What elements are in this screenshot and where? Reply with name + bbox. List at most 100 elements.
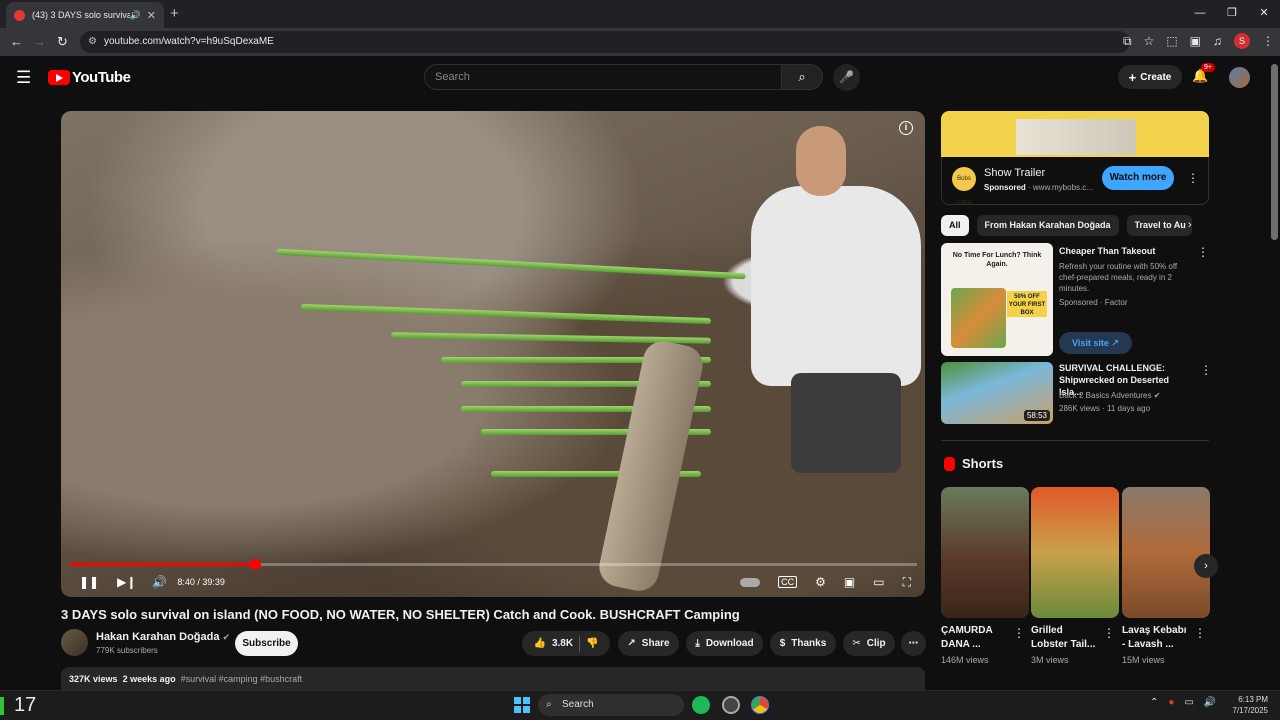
extensions-icon[interactable]: ⬚ — [1166, 34, 1177, 48]
thanks-button[interactable]: $ Thanks — [770, 631, 836, 656]
sponsored-label: Sponsored — [984, 183, 1026, 192]
volume-tray-icon[interactable]: 🔊 — [1204, 697, 1216, 708]
rec-menu-icon[interactable]: ⋮ — [1200, 363, 1212, 377]
thanks-icon: $ — [779, 638, 786, 649]
short-menu-icon[interactable]: ⋮ — [1013, 626, 1025, 640]
weather-widget[interactable]: 17 — [14, 694, 36, 717]
miniplayer-icon[interactable]: ▣ — [844, 575, 855, 589]
pause-icon[interactable]: ❚❚ — [79, 575, 99, 589]
account-avatar[interactable] — [1229, 67, 1250, 88]
clip-button[interactable]: ✂ Clip — [843, 631, 895, 656]
short-title[interactable]: Lavaş Kebabı - Lavash ... — [1122, 624, 1192, 652]
rec-thumbnail[interactable]: No Time For Lunch? Think Again. 50% OFF … — [941, 243, 1053, 356]
download-button[interactable]: ⤓ Download — [686, 631, 763, 656]
autoplay-toggle[interactable] — [740, 577, 761, 587]
create-button[interactable]: + Create — [1118, 65, 1182, 89]
short-menu-icon[interactable]: ⋮ — [1194, 626, 1206, 640]
captions-icon[interactable]: CC — [778, 576, 798, 588]
short-title[interactable]: Grilled Lobster Tail... — [1031, 624, 1101, 652]
browser-tab[interactable]: (43) 3 DAYS solo survival on 🔊 ✕ — [6, 2, 164, 28]
chrome-icon[interactable] — [751, 696, 769, 714]
theater-mode-icon[interactable]: ▭ — [873, 575, 884, 589]
youtube-logo[interactable]: YouTube — [48, 69, 131, 86]
video-player[interactable]: i ❚❚ ▶❙ 🔊 8:40 / 39:39 CC ⚙ ▣ ▭ ⛶ — [61, 111, 925, 597]
volume-icon[interactable]: 🔊 — [152, 575, 167, 589]
tray-chevron-icon[interactable]: ⌃ — [1150, 697, 1158, 708]
ad-title[interactable]: Show Trailer — [984, 167, 1045, 179]
reload-icon[interactable]: ↻ — [57, 34, 68, 50]
description-box[interactable]: 327K views 2 weeks ago #survival #campin… — [61, 667, 925, 691]
menu-dots-icon[interactable]: ⋮ — [1262, 34, 1274, 48]
share-icon: ↗ — [627, 638, 636, 649]
forward-icon[interactable]: → — [33, 34, 46, 49]
page-scrollbar[interactable] — [1271, 64, 1278, 240]
short-thumbnail[interactable] — [1031, 487, 1119, 618]
chip-travel[interactable]: Travel to Au — [1126, 215, 1192, 236]
microphone-tray-icon[interactable]: ● — [1168, 697, 1174, 708]
network-icon[interactable]: ▭ — [1184, 697, 1193, 708]
rec-title[interactable]: Cheaper Than Takeout — [1059, 245, 1189, 257]
thumb-badge: 50% OFF YOUR FIRST BOX — [1007, 291, 1047, 317]
search-button[interactable]: ⌕ — [781, 64, 823, 90]
rec-menu-icon[interactable]: ⋮ — [1197, 245, 1209, 259]
restore-icon[interactable]: ❐ — [1216, 0, 1248, 28]
clock-time: 6:13 PM — [1238, 695, 1268, 704]
voice-search-button[interactable]: 🎤 — [833, 64, 860, 91]
like-count: 3.8K — [551, 638, 574, 649]
notifications-bell-icon[interactable]: 🔔 9+ — [1192, 63, 1215, 84]
progress-bar[interactable] — [69, 559, 917, 570]
scrubber-handle[interactable] — [249, 559, 261, 570]
start-button-icon[interactable] — [514, 697, 530, 713]
short-thumbnail[interactable] — [1122, 487, 1210, 618]
address-bar[interactable]: ⚙ youtube.com/watch?v=h9uSqDexaME — [80, 31, 1130, 53]
search-input[interactable]: Search — [424, 64, 782, 90]
back-icon[interactable]: ← — [10, 34, 23, 49]
taskbar-clock[interactable]: 6:13 PM 7/17/2025 — [1220, 694, 1268, 716]
spotify-icon[interactable] — [692, 696, 710, 714]
chip-all[interactable]: All — [941, 215, 969, 236]
profile-icon[interactable]: S — [1234, 33, 1250, 49]
windows-taskbar: 17 ⌕ Search ⌃ ● ▭ 🔊 6:13 PM 7/17/2025 — [0, 690, 1280, 720]
hashtags[interactable]: #survival #camping #bushcraft — [181, 674, 303, 684]
settings-gear-icon[interactable]: ⚙ — [815, 575, 826, 589]
chip-channel[interactable]: From Hakan Karahan Doğada — [976, 215, 1119, 236]
rec-channel[interactable]: Back 2 Basics Adventures ✔ — [1059, 390, 1160, 401]
split-view-icon[interactable]: ▣ — [1190, 34, 1201, 48]
rec-thumbnail[interactable]: 58:53 — [941, 362, 1053, 424]
subscribe-button[interactable]: Subscribe — [235, 631, 298, 656]
chips-next-icon[interactable]: › — [1188, 219, 1192, 231]
next-icon[interactable]: ▶❙ — [117, 575, 136, 589]
fullscreen-icon[interactable]: ⛶ — [903, 575, 911, 590]
time-display: 8:40 / 39:39 — [177, 577, 225, 587]
close-window-icon[interactable]: ✕ — [1248, 0, 1280, 28]
shorts-next-button[interactable]: › — [1194, 554, 1218, 578]
bookmark-star-icon[interactable]: ☆ — [1144, 34, 1155, 48]
app-icon[interactable] — [722, 696, 740, 714]
channel-avatar[interactable] — [61, 629, 88, 656]
short-title[interactable]: ÇAMURDA DANA ... — [941, 624, 1011, 652]
ad-menu-icon[interactable]: ⋮ — [1187, 171, 1199, 185]
minimize-icon[interactable]: — — [1184, 0, 1216, 28]
dislike-button[interactable]: 👎 — [586, 638, 598, 649]
new-tab-icon[interactable]: + — [170, 5, 179, 22]
taskbar-search[interactable]: ⌕ Search — [538, 694, 684, 716]
like-button[interactable]: 👍 3.8K — [533, 638, 573, 649]
install-app-icon[interactable]: ⧉ — [1123, 34, 1132, 49]
site-info-icon[interactable]: ⚙ — [88, 31, 97, 53]
share-button[interactable]: ↗ Share — [618, 631, 679, 656]
channel-name[interactable]: Hakan Karahan Doğada ✔ — [96, 631, 230, 643]
hamburger-menu-icon[interactable]: ☰ — [16, 68, 31, 88]
visit-site-button[interactable]: Visit site ↗ — [1059, 332, 1132, 354]
more-actions-button[interactable]: ⋯ — [901, 631, 926, 656]
youtube-favicon-icon — [14, 9, 25, 21]
close-tab-icon[interactable]: ✕ — [147, 9, 156, 22]
youtube-play-icon — [48, 70, 70, 85]
media-controls-icon[interactable]: ♫ — [1213, 34, 1222, 48]
driftwood-log — [595, 337, 707, 595]
watch-more-button[interactable]: Watch more — [1102, 166, 1174, 190]
info-icon[interactable]: i — [899, 121, 913, 135]
short-thumbnail[interactable] — [941, 487, 1029, 618]
short-menu-icon[interactable]: ⋮ — [1103, 626, 1115, 640]
like-dislike-group: 👍 3.8K 👎 — [522, 631, 610, 656]
advertiser-logo: Bobs Dollar Part — [952, 167, 976, 230]
